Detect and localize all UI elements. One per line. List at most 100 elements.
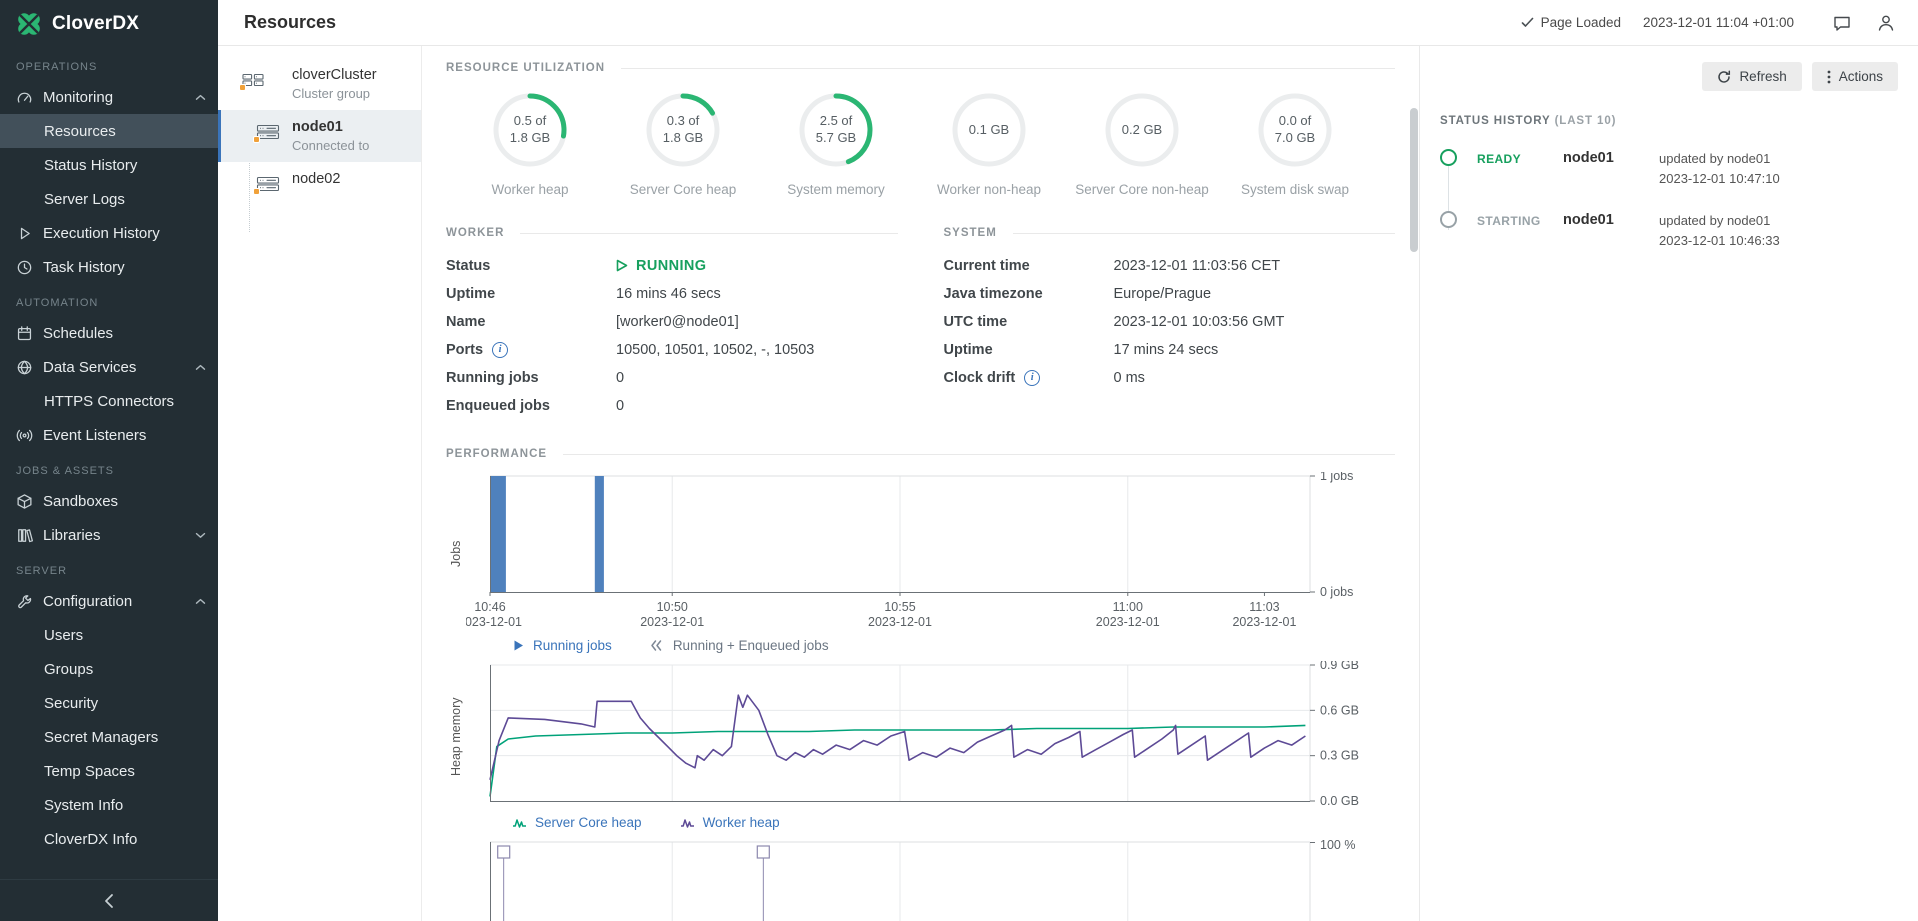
sidebar-item-data-services[interactable]: Data Services: [0, 350, 218, 384]
legend-item-server-core-heap[interactable]: Server Core heap: [512, 815, 642, 830]
brand[interactable]: CloverDX: [0, 0, 218, 48]
app: CloverDX OPERATIONSMonitoringResourcesSt…: [0, 0, 1918, 921]
gauge-ring: 0.0 of7.0 GB: [1257, 92, 1333, 168]
status-label: STARTING: [1477, 211, 1563, 228]
system-rows: Current time2023-12-01 11:03:56 CETJava …: [944, 256, 1396, 387]
svg-text:1 jobs: 1 jobs: [1320, 472, 1353, 483]
info-value: [worker0@node01]: [616, 314, 739, 330]
gauge-system-disk-swap: 0.0 of7.0 GB System disk swap: [1225, 92, 1365, 197]
info-value: 17 mins 24 secs: [1114, 342, 1219, 358]
info-row-status: StatusRUNNING: [446, 256, 898, 275]
node-item-clovercluster[interactable]: cloverClusterCluster group: [218, 58, 421, 110]
sidebar-item-security[interactable]: Security: [0, 686, 218, 720]
data-services-icon: [16, 359, 33, 376]
gauge-system-memory: 2.5 of5.7 GBSystem memory: [766, 92, 906, 197]
worker-section: WORKER StatusRUNNINGUptime16 mins 46 sec…: [446, 227, 944, 424]
actions-label: Actions: [1839, 69, 1883, 84]
gauge-server-core-non-heap: 0.2 GBServer Core non-heap: [1072, 92, 1212, 197]
libraries-icon: [16, 527, 33, 544]
sidebar-nav: OPERATIONSMonitoringResourcesStatus Hist…: [0, 48, 218, 879]
status-history-title: STATUS HISTORY: [1440, 115, 1551, 127]
main-scrollbar[interactable]: [1410, 46, 1418, 921]
sidebar-section-label: JOBS & ASSETS: [0, 452, 218, 484]
info-icon[interactable]: i: [1024, 370, 1040, 386]
gauge-label: Worker non-heap: [937, 182, 1041, 197]
execution-history-icon: [16, 225, 33, 242]
sidebar-item-system-info[interactable]: System Info: [0, 788, 218, 822]
user-icon[interactable]: [1876, 13, 1896, 33]
legend-item-running-jobs[interactable]: Running jobs: [512, 638, 612, 653]
node-item-node02[interactable]: node02: [218, 162, 421, 208]
legend-label: Worker heap: [703, 815, 780, 830]
svg-text:2023-12-01: 2023-12-01: [640, 615, 704, 629]
panel-actions: Refresh Actions: [1440, 62, 1898, 91]
sidebar-item-label: Execution History: [43, 225, 206, 242]
status-update-info: updated by node012023-12-01 10:46:33: [1659, 211, 1780, 251]
sidebar-item-cloverdx-info[interactable]: CloverDX Info: [0, 822, 218, 856]
sidebar-item-label: CloverDX Info: [44, 831, 206, 848]
cpu-chart-ylabel: [446, 838, 466, 921]
sidebar-item-schedules[interactable]: Schedules: [0, 316, 218, 350]
sidebar: CloverDX OPERATIONSMonitoringResourcesSt…: [0, 0, 218, 921]
sidebar-item-groups[interactable]: Groups: [0, 652, 218, 686]
status-history-timeline: READYnode01updated by node012023-12-01 1…: [1440, 149, 1898, 252]
sidebar-item-monitoring[interactable]: Monitoring: [0, 80, 218, 114]
sidebar-item-users[interactable]: Users: [0, 618, 218, 652]
node-subtitle: Connected to: [292, 138, 413, 153]
sidebar-item-sandboxes[interactable]: Sandboxes: [0, 484, 218, 518]
svg-text:0.9 GB: 0.9 GB: [1320, 661, 1359, 672]
refresh-button[interactable]: Refresh: [1702, 62, 1801, 91]
node-item-node01[interactable]: node01Connected to: [218, 110, 421, 162]
chevron-left-icon: [104, 893, 114, 909]
info-value: Europe/Prague: [1114, 286, 1212, 302]
info-icon[interactable]: i: [492, 342, 508, 358]
play-icon: [512, 639, 525, 652]
legend-item-worker-heap[interactable]: Worker heap: [680, 815, 780, 830]
info-label: Portsi: [446, 342, 616, 358]
gauge-worker-heap: 0.5 of1.8 GBWorker heap: [460, 92, 600, 197]
node-icon: [256, 175, 280, 193]
info-value: 2023-12-01 10:03:56 GMT: [1114, 314, 1285, 330]
sidebar-item-execution-history[interactable]: Execution History: [0, 216, 218, 250]
divider: [1013, 233, 1395, 234]
legend-label: Server Core heap: [535, 815, 642, 830]
chevron-up-icon: [195, 598, 206, 605]
sidebar-item-server-logs[interactable]: Server Logs: [0, 182, 218, 216]
divider: [520, 233, 897, 234]
gauge-ring: 0.1 GB: [951, 92, 1027, 168]
legend-item-running-enqueued-jobs[interactable]: Running + Enqueued jobs: [650, 638, 829, 653]
chevron-down-icon: [195, 532, 206, 539]
sidebar-item-label: Data Services: [43, 359, 185, 376]
info-row-clock-drift: Clock drifti0 ms: [944, 368, 1396, 387]
info-label: UTC time: [944, 314, 1114, 330]
status-history-entry: READYnode01updated by node012023-12-01 1…: [1440, 149, 1898, 189]
node-title: cloverCluster: [292, 67, 413, 83]
sidebar-item-label: Schedules: [43, 325, 206, 342]
gauge-label: System disk swap: [1241, 182, 1349, 197]
sidebar-collapse-button[interactable]: [0, 879, 218, 921]
legend-label: Running jobs: [533, 638, 612, 653]
sidebar-item-temp-spaces[interactable]: Temp Spaces: [0, 754, 218, 788]
performance-section-head: PERFORMANCE: [446, 448, 1395, 460]
content-row: cloverClusterCluster groupnode01Connecte…: [218, 46, 1918, 921]
sidebar-item-resources[interactable]: Resources: [0, 114, 218, 148]
node-status-dot: [253, 188, 260, 195]
sidebar-item-secret-managers[interactable]: Secret Managers: [0, 720, 218, 754]
sidebar-item-task-history[interactable]: Task History: [0, 250, 218, 284]
actions-button[interactable]: Actions: [1812, 62, 1898, 91]
header-right: Page Loaded 2023-12-01 11:04 +01:00: [1521, 13, 1896, 33]
info-value: 2023-12-01 11:03:56 CET: [1114, 258, 1281, 274]
gauge-label: System memory: [787, 182, 885, 197]
sidebar-item-label: Libraries: [43, 527, 185, 544]
scrollbar-thumb[interactable]: [1410, 108, 1418, 252]
sidebar-item-label: Sandboxes: [43, 493, 206, 510]
feedback-icon[interactable]: [1832, 13, 1852, 33]
sidebar-item-libraries[interactable]: Libraries: [0, 518, 218, 552]
sidebar-item-configuration[interactable]: Configuration: [0, 584, 218, 618]
sidebar-item-status-history[interactable]: Status History: [0, 148, 218, 182]
sidebar-item-label: Server Logs: [44, 191, 206, 208]
sidebar-item-event-listeners[interactable]: Event Listeners: [0, 418, 218, 452]
node-icon: [256, 123, 280, 141]
sidebar-item-https-connectors[interactable]: HTTPS Connectors: [0, 384, 218, 418]
info-label: Name: [446, 314, 616, 330]
